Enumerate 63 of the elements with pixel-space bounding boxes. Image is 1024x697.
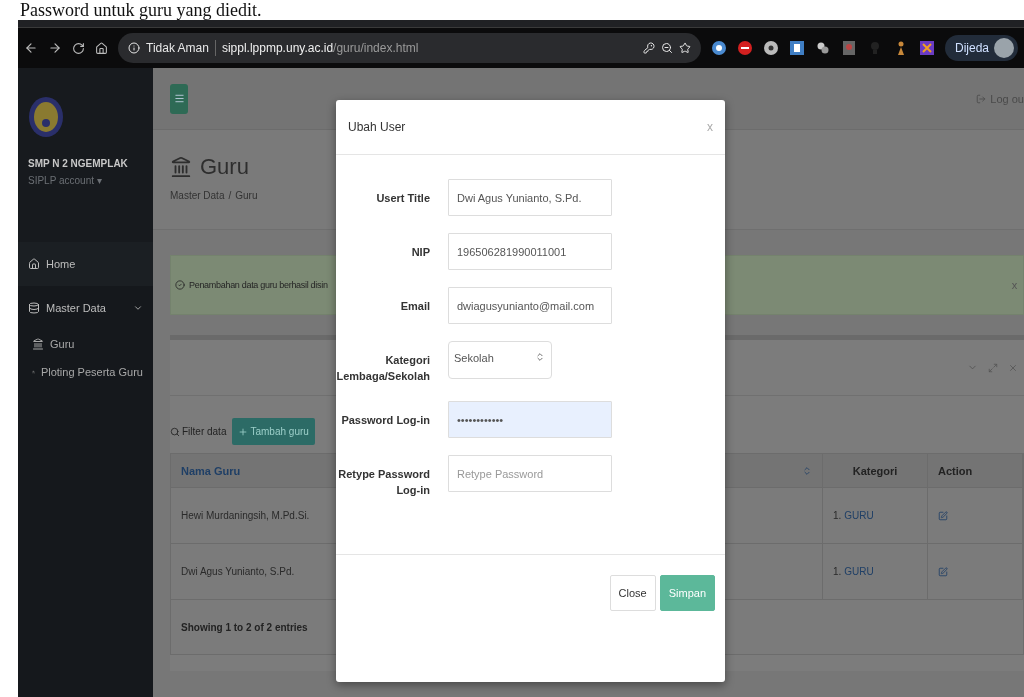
chevron-icon xyxy=(133,303,143,313)
page-title: Guru xyxy=(200,154,249,180)
security-label: Tidak Aman xyxy=(146,41,209,55)
close-button[interactable]: Close xyxy=(609,575,656,611)
password-field[interactable]: Retype Password xyxy=(448,455,612,492)
select-field[interactable]: Sekolah xyxy=(448,341,552,379)
reel-icon[interactable] xyxy=(762,40,779,56)
input-field[interactable]: Dwi Agus Yunianto, S.Pd. xyxy=(448,179,612,216)
updown-icon xyxy=(535,352,545,362)
check-icon xyxy=(175,280,185,290)
reload-icon[interactable] xyxy=(72,41,85,55)
back-icon[interactable] xyxy=(24,41,38,55)
column-header: Action xyxy=(928,454,1023,488)
input-field[interactable]: 196506281990011001 xyxy=(448,233,612,270)
url-path: /guru/index.html xyxy=(333,41,419,55)
stop-sign-icon[interactable] xyxy=(736,40,753,56)
field-label: Password Log-in xyxy=(340,413,430,428)
url-host: sippl.lppmp.uny.ac.id xyxy=(221,41,334,55)
filter-button[interactable]: Filter data xyxy=(170,426,227,437)
square-icon[interactable] xyxy=(788,40,805,56)
sidebar-subitem[interactable]: Guru xyxy=(18,330,153,358)
square-icon[interactable] xyxy=(918,40,935,56)
menu-button[interactable] xyxy=(170,83,188,114)
dialog-title: Ubah User xyxy=(348,120,406,134)
landmark-icon xyxy=(32,338,44,350)
password-field[interactable]: •••••••••••• xyxy=(448,401,612,438)
zoom-icon[interactable] xyxy=(660,42,673,54)
field-label: Kategori Lembaga/Sekolah xyxy=(336,353,430,384)
star-badge-icon[interactable] xyxy=(710,40,727,56)
database-icon xyxy=(28,302,40,314)
breadcrumb-item: Guru xyxy=(235,190,258,201)
info-icon xyxy=(128,42,140,54)
image-icon[interactable] xyxy=(840,40,857,56)
profile-button[interactable]: Dijeda xyxy=(944,35,1018,61)
field-label: Email xyxy=(399,299,430,314)
logout-icon xyxy=(976,93,987,104)
sidebar-item[interactable]: Master Data xyxy=(18,286,153,330)
caption-text: Password untuk guru yang diedit. xyxy=(19,0,263,20)
row-number: 1. xyxy=(833,510,842,521)
home-icon xyxy=(28,258,40,270)
input-field[interactable]: dwiagusyunianto@mail.com xyxy=(448,287,612,324)
sidebar-item[interactable]: Home xyxy=(18,242,153,286)
alert-text: Penambahan data guru berhasil disin xyxy=(189,280,328,290)
sidebar-subitem[interactable]: Ploting Peserta Guru xyxy=(18,358,153,386)
forward-icon[interactable] xyxy=(48,41,62,55)
school-name: SMP N 2 NGEMPLAK xyxy=(28,158,129,169)
column-header: Kategori xyxy=(823,454,928,488)
row-number: 1. xyxy=(833,566,842,577)
field-label: Usert Title xyxy=(375,191,430,206)
key-icon[interactable] xyxy=(642,42,655,54)
bookmark-star-icon[interactable] xyxy=(678,42,691,54)
field-label: NIP xyxy=(410,245,430,260)
add-button[interactable]: Tambah guru xyxy=(232,418,315,445)
emblem-logo xyxy=(28,96,64,138)
address-bar[interactable]: Tidak Aman sippl.lppmp.uny.ac.id/guru/index.html xyxy=(118,33,701,63)
account-menu[interactable]: SIPLP account ▾ xyxy=(28,175,143,186)
home-icon[interactable] xyxy=(95,41,108,55)
menu-icon xyxy=(173,93,185,104)
breadcrumb-separator: / xyxy=(228,190,232,201)
plus-icon xyxy=(238,426,249,437)
landmark-icon xyxy=(170,156,192,178)
avatar-icon xyxy=(994,38,1014,58)
search-icon xyxy=(170,426,180,437)
